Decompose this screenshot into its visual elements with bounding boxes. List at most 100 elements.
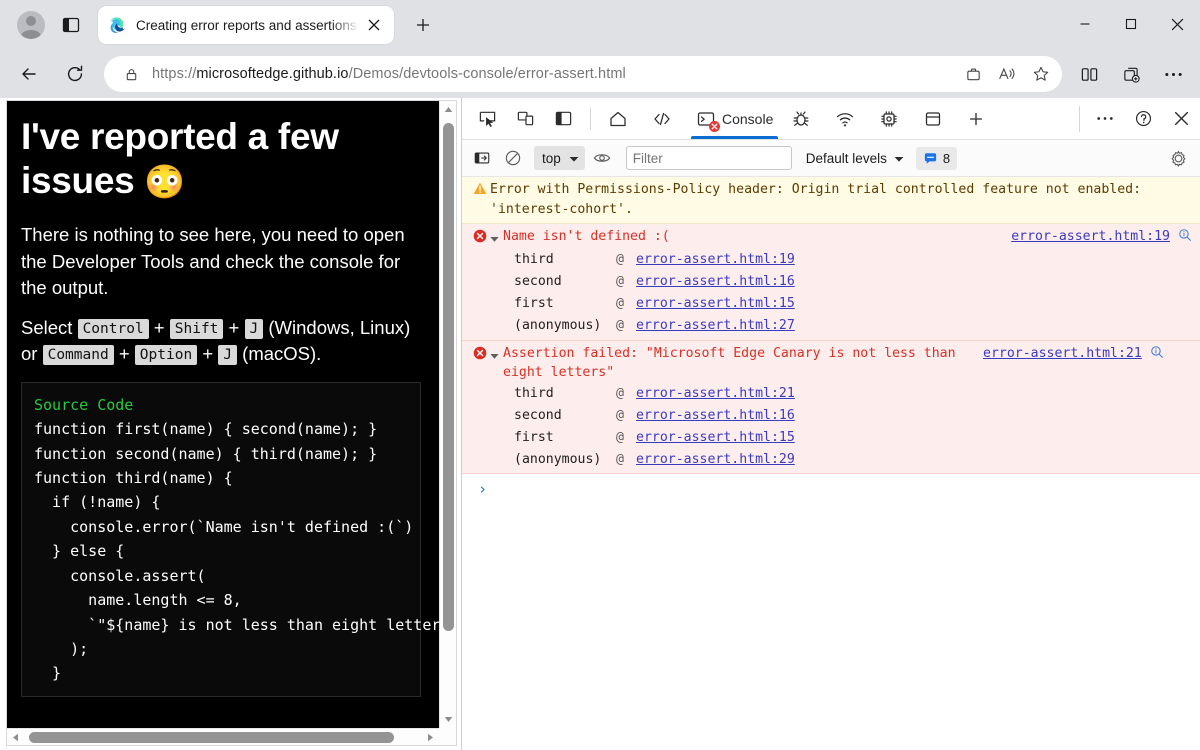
- console-settings-button[interactable]: [1164, 145, 1192, 171]
- new-tab-button[interactable]: [406, 8, 440, 42]
- favorite-button[interactable]: [1026, 59, 1056, 89]
- stack-frame-link[interactable]: error-assert.html:19: [636, 250, 795, 270]
- read-aloud-button[interactable]: [992, 59, 1022, 89]
- console-message-error-2[interactable]: Assertion failed: "Microsoft Edge Canary…: [462, 341, 1200, 475]
- maximize-button[interactable]: [1108, 0, 1154, 48]
- console-prompt[interactable]: ›: [462, 474, 1200, 504]
- stack-frame-link[interactable]: error-assert.html:29: [636, 450, 795, 470]
- reload-button[interactable]: [57, 56, 93, 92]
- device-emulation-button[interactable]: [508, 102, 542, 136]
- triangle-down-icon[interactable]: [490, 230, 501, 250]
- error-source-link-2[interactable]: error-assert.html:21: [983, 344, 1142, 364]
- shortcut-mac-suffix: (macOS).: [237, 343, 321, 364]
- back-button[interactable]: [11, 56, 47, 92]
- message-count-badge[interactable]: 8: [916, 147, 957, 170]
- clear-console-icon: [504, 149, 522, 167]
- execution-context-select[interactable]: top: [534, 146, 585, 170]
- page-content: I've reported a few issues 😳 There is no…: [7, 101, 439, 728]
- kbd-command: Command: [43, 345, 114, 365]
- dock-side-button[interactable]: [546, 102, 580, 136]
- devtools-more-button[interactable]: [1088, 102, 1122, 136]
- error-circle-icon: [470, 227, 490, 337]
- stack-frame: third @ error-assert.html:21: [490, 383, 1192, 405]
- page-heading: I've reported a few issues 😳: [21, 115, 421, 202]
- stack-frame-link[interactable]: error-assert.html:27: [636, 316, 795, 336]
- kbd-j-mac: J: [218, 345, 237, 365]
- profile-button[interactable]: [14, 8, 48, 42]
- stack-frame-at: @: [616, 294, 636, 314]
- stack-frame-at: @: [616, 316, 636, 336]
- console-message-warning[interactable]: Error with Permissions-Policy header: Or…: [462, 177, 1200, 224]
- devtools-tab-console[interactable]: Console: [687, 98, 782, 139]
- minimize-button[interactable]: [1062, 0, 1108, 48]
- split-screen-button[interactable]: [1071, 56, 1107, 92]
- scroll-up-arrow-icon: [444, 106, 453, 113]
- console-message-error-1[interactable]: Name isn't defined :( error-assert.html:…: [462, 224, 1200, 341]
- magnifier-info-icon[interactable]: [1178, 227, 1192, 242]
- close-devtools-icon: [1173, 110, 1190, 127]
- devtools-tab-application[interactable]: [914, 98, 958, 139]
- chevron-down-icon: [569, 151, 579, 166]
- stack-frame-link[interactable]: error-assert.html:16: [636, 406, 795, 426]
- error-source-link-1[interactable]: error-assert.html:19: [1011, 227, 1170, 247]
- scroll-right-button[interactable]: [422, 729, 439, 746]
- kbd-option: Option: [135, 345, 197, 365]
- scrollbar-corner: [439, 728, 456, 745]
- stack-frame-link[interactable]: error-assert.html:16: [636, 272, 795, 292]
- log-levels-select[interactable]: Default levels: [806, 151, 904, 166]
- tab-actions-button[interactable]: [54, 8, 88, 42]
- stack-frame-at: @: [616, 406, 636, 426]
- devtools-tab-add[interactable]: [958, 98, 1000, 139]
- inspect-element-icon: [478, 109, 497, 128]
- stack-frame-function: third: [490, 250, 616, 270]
- devtools-close-button[interactable]: [1164, 102, 1198, 136]
- close-icon: [1171, 18, 1184, 31]
- stack-frame: first @ error-assert.html:15: [490, 293, 1192, 315]
- tab-close-button[interactable]: [362, 13, 386, 37]
- stack-frame-link[interactable]: error-assert.html:15: [636, 428, 795, 448]
- collections-add-icon: [1122, 65, 1141, 84]
- stack-frame-function: second: [490, 272, 616, 292]
- browser-tab[interactable]: Creating error reports and assertions: [98, 6, 394, 44]
- collections-button[interactable]: [958, 59, 988, 89]
- content-area: I've reported a few issues 😳 There is no…: [0, 98, 1200, 750]
- stack-frame: second @ error-assert.html:16: [490, 405, 1192, 427]
- scroll-down-button[interactable]: [440, 711, 457, 728]
- live-expression-button[interactable]: [589, 145, 617, 171]
- devtools-tab-performance[interactable]: [870, 98, 914, 139]
- stack-frame: first @ error-assert.html:15: [490, 427, 1192, 449]
- window-close-button[interactable]: [1154, 0, 1200, 48]
- triangle-down-icon[interactable]: [490, 347, 501, 367]
- devtools-tab-home[interactable]: [599, 98, 643, 139]
- devtools-tab-debugger[interactable]: [782, 98, 826, 139]
- console-message-list[interactable]: Error with Permissions-Policy header: Or…: [462, 177, 1200, 750]
- execution-context-value: top: [542, 151, 561, 166]
- ellipsis-icon: [1164, 72, 1183, 77]
- back-arrow-icon: [19, 64, 39, 84]
- minimize-icon: [1079, 18, 1091, 30]
- address-bar[interactable]: https://microsoftedge.github.io/Demos/de…: [104, 56, 1062, 92]
- vertical-scroll-thumb[interactable]: [443, 123, 454, 631]
- kbd-j-win: J: [245, 319, 264, 339]
- shortcut-mac-prefix: or: [21, 343, 43, 364]
- clear-console-button[interactable]: [499, 145, 527, 171]
- stack-frame-link[interactable]: error-assert.html:15: [636, 294, 795, 314]
- magnifier-info-icon[interactable]: [1150, 344, 1164, 359]
- stack-frame-link[interactable]: error-assert.html:21: [636, 384, 795, 404]
- page-vertical-scrollbar[interactable]: [439, 101, 456, 728]
- scroll-left-button[interactable]: [7, 729, 24, 746]
- inspect-element-button[interactable]: [470, 102, 504, 136]
- browser-menu-button[interactable]: [1155, 56, 1191, 92]
- source-code-block: Source Codefunction first(name) { second…: [21, 382, 421, 697]
- console-sidebar-toggle[interactable]: [468, 145, 496, 171]
- horizontal-scroll-thumb[interactable]: [29, 732, 394, 743]
- console-icon: [696, 109, 716, 129]
- devtools-tab-elements[interactable]: [643, 98, 687, 139]
- console-filter-input[interactable]: Filter: [626, 146, 792, 170]
- add-to-collections-button[interactable]: [1113, 56, 1149, 92]
- debugger-icon: [791, 109, 811, 129]
- devtools-help-button[interactable]: [1126, 102, 1160, 136]
- devtools-tab-network[interactable]: [826, 98, 870, 139]
- page-horizontal-scrollbar[interactable]: [7, 728, 439, 745]
- scroll-up-button[interactable]: [440, 101, 457, 118]
